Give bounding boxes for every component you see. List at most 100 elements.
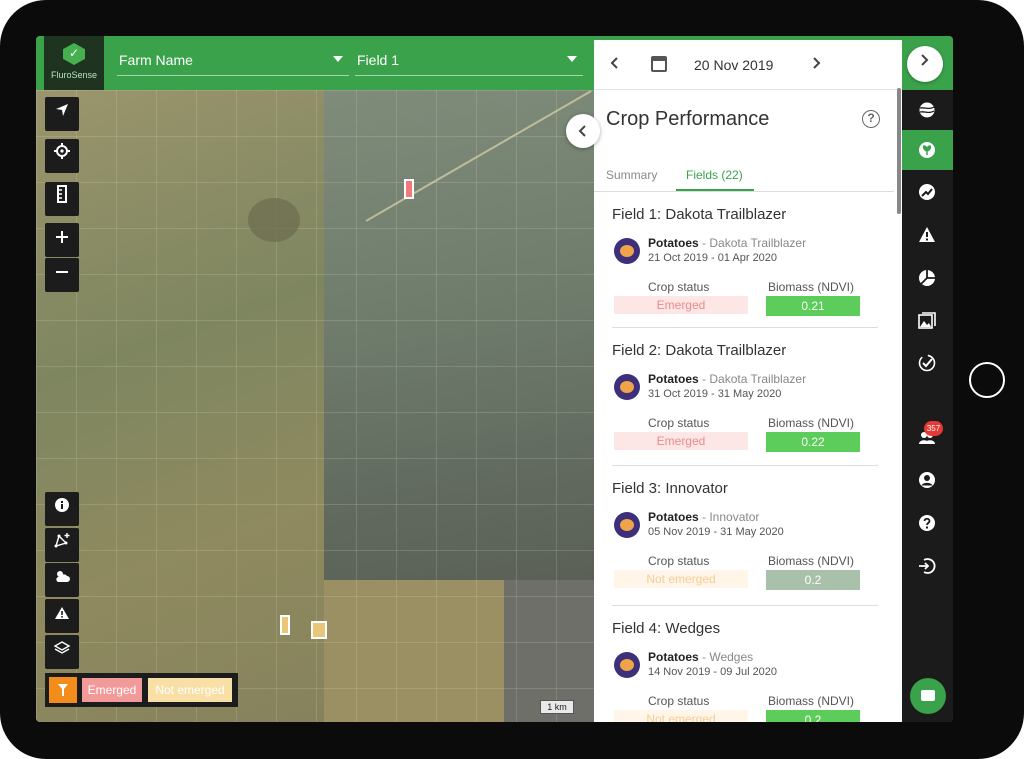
chevron-left-icon	[578, 125, 586, 137]
field-marker-not-emerged[interactable]	[311, 621, 327, 639]
crop-status-value: Emerged	[614, 296, 748, 314]
caret-down-icon	[333, 56, 343, 62]
legend-not-emerged[interactable]: Not emerged	[148, 678, 232, 702]
potato-icon	[614, 238, 640, 264]
zoom-out-button[interactable]	[45, 258, 79, 292]
locate-button[interactable]	[45, 97, 79, 131]
field-card[interactable]: Field 2: Dakota Trailblazer Potatoes - D…	[612, 328, 878, 466]
trend-icon	[919, 184, 935, 200]
filter-button[interactable]	[49, 677, 77, 703]
next-date-button[interactable]	[812, 54, 822, 75]
field-marker-not-emerged[interactable]	[280, 615, 290, 635]
field-card[interactable]: Field 4: Wedges Potatoes - Wedges 14 Nov…	[612, 606, 878, 722]
panel-tabs: Summary Fields (22)	[594, 158, 894, 192]
satellite-map[interactable]: 1 km	[36, 90, 594, 722]
draw-polygon-button[interactable]	[45, 528, 79, 562]
current-date[interactable]: 20 Nov 2019	[694, 57, 773, 73]
warning-icon	[55, 607, 69, 619]
field-marker-emerged[interactable]	[404, 179, 414, 199]
pie-icon	[919, 270, 935, 286]
crosshair-icon	[54, 143, 70, 159]
rail-trend-button[interactable]	[902, 172, 953, 212]
rail-zones-button[interactable]	[902, 258, 953, 298]
calendar-icon[interactable]	[651, 56, 667, 72]
filter-icon	[58, 684, 68, 696]
polygon-add-icon	[54, 533, 70, 548]
imagery-icon	[918, 312, 936, 329]
chevron-right-icon	[921, 54, 929, 66]
rail-team-button[interactable]: 357	[902, 417, 953, 457]
ndvi-value: 0.21	[766, 296, 860, 316]
potato-icon	[614, 374, 640, 400]
chevron-right-icon	[813, 57, 821, 69]
crop-dates: 14 Nov 2019 - 09 Jul 2020	[648, 666, 778, 678]
collapse-panel-button[interactable]	[566, 114, 600, 148]
home-button[interactable]	[969, 362, 1005, 398]
date-navigator: 20 Nov 2019	[594, 40, 902, 90]
logout-icon	[919, 558, 936, 574]
field-title: Field 1: Dakota Trailblazer	[612, 206, 787, 223]
notification-badge: 357	[924, 421, 943, 436]
legend-emerged[interactable]: Emerged	[82, 678, 142, 702]
biomass-label: Biomass (NDVI)	[768, 694, 855, 708]
help-icon[interactable]: ?	[862, 110, 880, 128]
farm-dropdown[interactable]: Farm Name	[117, 48, 349, 76]
tab-fields[interactable]: Fields (22)	[686, 168, 743, 182]
active-tab-indicator	[676, 189, 754, 191]
profile-icon	[919, 472, 935, 488]
rail-globe-button[interactable]	[902, 90, 953, 130]
expand-panel-button[interactable]	[907, 46, 943, 82]
biomass-label: Biomass (NDVI)	[768, 554, 855, 568]
crop-status-label: Crop status	[648, 280, 710, 294]
crop-status-value: Emerged	[614, 432, 748, 450]
caret-down-icon	[567, 56, 577, 62]
chat-icon	[921, 690, 935, 701]
crop-status-value: Not emerged	[614, 570, 748, 588]
navigation-arrow-icon	[56, 104, 68, 116]
potato-icon	[614, 652, 640, 678]
crop-status-label: Crop status	[648, 694, 710, 708]
plus-icon	[56, 231, 68, 243]
tab-summary[interactable]: Summary	[606, 168, 657, 182]
rail-logout-button[interactable]	[902, 546, 953, 586]
field-card[interactable]: Field 1: Dakota Trailblazer Potatoes - D…	[612, 192, 878, 328]
crop-name: Potatoes - Wedges	[648, 650, 754, 664]
crop-status-label: Crop status	[648, 554, 710, 568]
crop-name: Potatoes - Dakota Trailblazer	[648, 236, 807, 250]
weather-icon	[56, 571, 70, 582]
minus-icon	[56, 271, 68, 273]
prev-date-button[interactable]	[610, 54, 620, 75]
rail-alerts-button[interactable]	[902, 215, 953, 255]
layers-button[interactable]	[45, 635, 79, 669]
panel-scrollbar[interactable]	[897, 88, 901, 214]
ruler-icon	[57, 185, 67, 203]
help-icon	[919, 515, 935, 531]
weather-button[interactable]	[45, 563, 79, 597]
crop-dates: 05 Nov 2019 - 31 May 2020	[648, 526, 784, 538]
crop-performance-panel: 20 Nov 2019 Crop Performance ? Summary F…	[594, 40, 902, 722]
rail-profile-button[interactable]	[902, 460, 953, 500]
rail-imagery-button[interactable]	[902, 301, 953, 341]
chat-button[interactable]	[910, 678, 946, 714]
field-title: Field 2: Dakota Trailblazer	[612, 342, 787, 359]
crop-name: Potatoes - Innovator	[648, 510, 760, 524]
rail-reports-button[interactable]	[902, 343, 953, 383]
center-field-button[interactable]	[45, 139, 79, 173]
field-dropdown[interactable]: Field 1	[355, 48, 583, 76]
crop-dates: 21 Oct 2019 - 01 Apr 2020	[648, 252, 778, 264]
field-title: Field 3: Innovator	[612, 480, 728, 497]
alerts-button[interactable]	[45, 599, 79, 633]
biomass-label: Biomass (NDVI)	[768, 280, 855, 294]
field-card[interactable]: Field 3: Innovator Potatoes - Innovator …	[612, 466, 878, 606]
map-scale: 1 km	[540, 700, 574, 714]
zoom-in-button[interactable]	[45, 223, 79, 257]
rail-crop-performance-button[interactable]	[902, 130, 953, 170]
rail-help-button[interactable]	[902, 503, 953, 543]
measure-button[interactable]	[45, 182, 79, 216]
logo[interactable]: ✓ FluroSense	[44, 36, 104, 90]
check-icon	[918, 354, 936, 372]
chevron-left-icon	[610, 57, 618, 69]
farm-dropdown-label: Farm Name	[119, 52, 193, 68]
field-title: Field 4: Wedges	[612, 620, 721, 637]
info-button[interactable]	[45, 492, 79, 526]
